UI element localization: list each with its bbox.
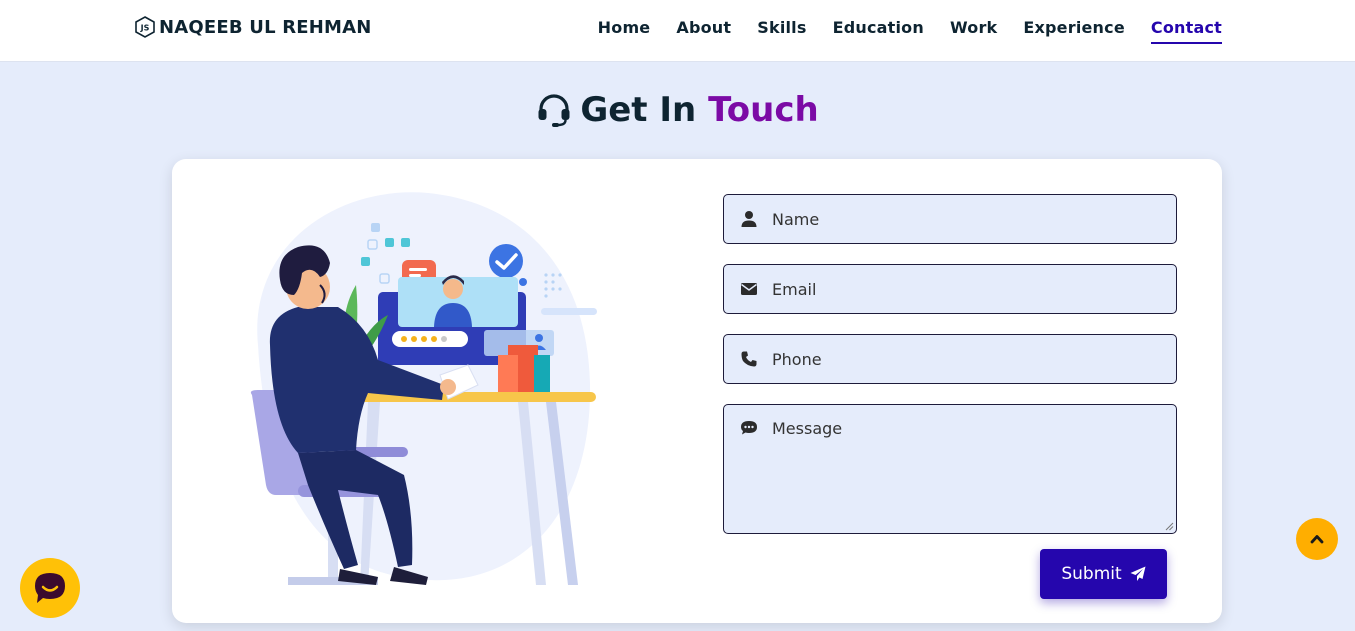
scroll-top-button[interactable]	[1296, 518, 1338, 560]
chat-icon	[35, 573, 65, 603]
email-input[interactable]	[772, 279, 1176, 299]
brand-name: NAQEEB UL REHMAN	[159, 16, 372, 38]
envelope-icon	[741, 283, 757, 295]
nav-work[interactable]: Work	[950, 18, 997, 44]
nav-skills[interactable]: Skills	[757, 18, 806, 44]
submit-button[interactable]: Submit	[1040, 549, 1167, 599]
section-heading: Get In Touch	[0, 90, 1355, 130]
contact-card: Submit	[172, 159, 1222, 623]
paper-plane-icon	[1130, 566, 1146, 581]
js-badge-icon: JS	[135, 16, 155, 38]
nav-experience[interactable]: Experience	[1023, 18, 1125, 44]
chat-widget-button[interactable]	[20, 558, 80, 618]
message-input[interactable]	[772, 419, 1176, 519]
user-icon	[741, 211, 757, 227]
main-nav: Home About Skills Education Work Experie…	[598, 18, 1222, 44]
chevron-up-icon	[1310, 535, 1324, 544]
nav-home[interactable]: Home	[598, 18, 651, 44]
resize-grip-icon[interactable]	[1164, 521, 1174, 531]
nav-about[interactable]: About	[676, 18, 731, 44]
nav-education[interactable]: Education	[833, 18, 924, 44]
submit-label: Submit	[1061, 564, 1122, 584]
phone-field[interactable]	[723, 334, 1177, 384]
name-input[interactable]	[772, 209, 1176, 229]
phone-input[interactable]	[772, 349, 1176, 369]
comment-dots-icon	[741, 421, 757, 435]
message-field[interactable]	[723, 404, 1177, 534]
site-header: JS NAQEEB UL REHMAN Home About Skills Ed…	[0, 0, 1355, 62]
name-field[interactable]	[723, 194, 1177, 244]
brand[interactable]: JS NAQEEB UL REHMAN	[135, 16, 372, 38]
page-title: Get In Touch	[580, 90, 818, 130]
title-accent: Touch	[708, 90, 819, 130]
phone-icon	[741, 351, 757, 367]
svg-text:JS: JS	[140, 24, 150, 33]
title-main: Get In	[580, 90, 697, 130]
email-field[interactable]	[723, 264, 1177, 314]
headset-icon	[538, 94, 570, 127]
nav-contact[interactable]: Contact	[1150, 18, 1222, 44]
contact-illustration	[250, 192, 597, 585]
